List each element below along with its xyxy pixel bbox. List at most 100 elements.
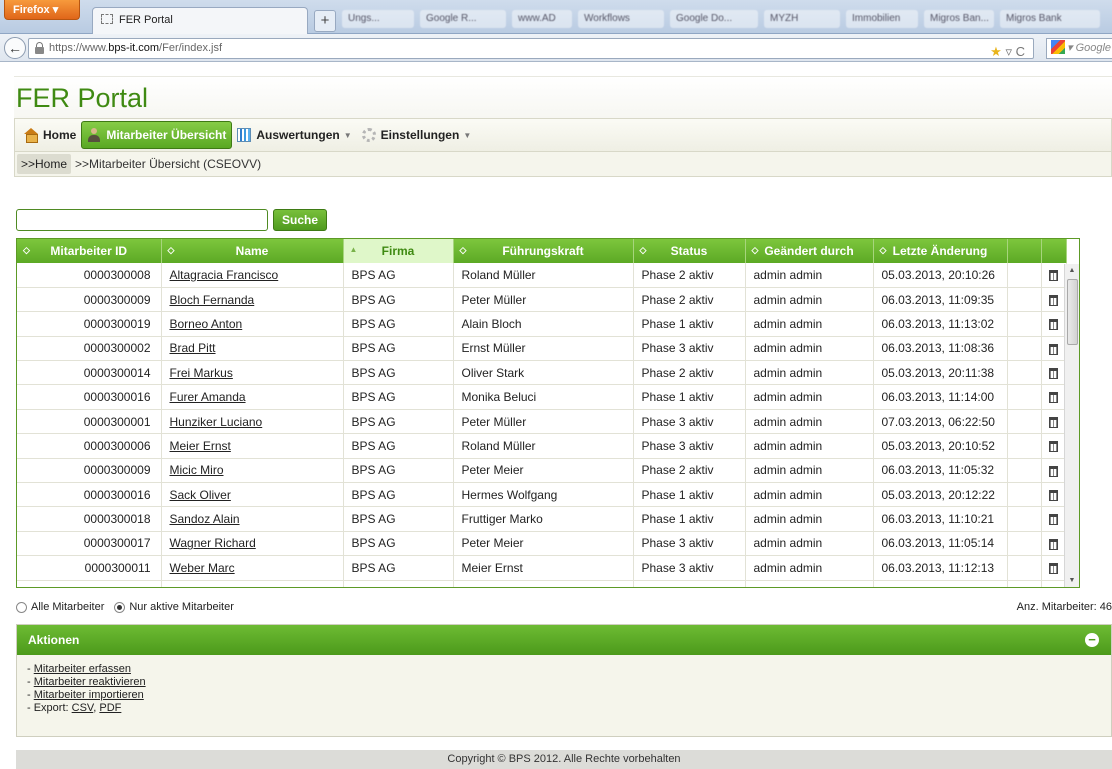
- bookmark-item[interactable]: www.AD: [512, 10, 572, 28]
- cell-spacer: [1007, 360, 1042, 386]
- table-row[interactable]: 0000300008 Altagracia Francisco BPS AG Rola…: [17, 263, 1067, 288]
- trash-icon[interactable]: [1049, 294, 1058, 306]
- menu-reports[interactable]: Auswertungen ▼: [232, 121, 356, 149]
- cell-manager: Roland Müller: [453, 263, 634, 288]
- table-row[interactable]: 0000300016 Sack Oliver BPS AG Hermes Wolfga…: [17, 482, 1067, 508]
- column-header-name[interactable]: ◇ Name: [161, 239, 344, 263]
- cell-name[interactable]: Bloch Fernanda: [161, 287, 344, 313]
- table-row[interactable]: 0000300001 Hunziker Luciano BPS AG Peter Mü…: [17, 409, 1067, 435]
- table-row[interactable]: 0000300014 Frei Markus BPS AG Oliver Stark P…: [17, 360, 1067, 386]
- table-row[interactable]: 0000300019 Borneo Anton BPS AG Alain Bloch P…: [17, 311, 1067, 337]
- browser-tab[interactable]: FER Portal: [92, 7, 308, 34]
- trash-icon[interactable]: [1049, 563, 1058, 575]
- trash-icon[interactable]: [1049, 441, 1058, 453]
- cell-name[interactable]: Meier Ernst: [161, 433, 344, 459]
- bookmark-star-icon[interactable]: ★: [990, 44, 1002, 59]
- table-row[interactable]: 0000300018 Sandoz Alain BPS AG Fruttiger Ma…: [17, 506, 1067, 532]
- cell-name[interactable]: Brad Pitt: [161, 336, 344, 362]
- table-row[interactable]: 0000300006 Meier Ernst BPS AG Roland Müller…: [17, 433, 1067, 459]
- menu-employees[interactable]: Mitarbeiter Übersicht: [81, 121, 233, 149]
- bookmark-item[interactable]: Google R...: [420, 10, 506, 28]
- cell-name[interactable]: Frei Markus: [161, 360, 344, 386]
- trash-icon[interactable]: [1049, 343, 1058, 355]
- cell-name[interactable]: Micic Miro: [161, 458, 344, 484]
- bookmark-item[interactable]: Workflows: [578, 10, 664, 28]
- collapse-icon[interactable]: −: [1085, 633, 1099, 647]
- url-bar[interactable]: https://www.bps-it.com/Fer/index.jsf ★ ▿…: [28, 38, 1034, 59]
- radio-all-employees[interactable]: [16, 601, 27, 613]
- action-item[interactable]: - Mitarbeiter importieren: [27, 689, 1111, 702]
- cell-name[interactable]: Weber Marc: [161, 555, 344, 581]
- breadcrumb-home[interactable]: >>Home: [17, 154, 72, 174]
- cell-delete: [1041, 482, 1067, 508]
- cell-name[interactable]: [161, 580, 344, 587]
- sort-icon: ◇: [459, 245, 467, 255]
- trash-icon[interactable]: [1049, 538, 1058, 550]
- cell-name[interactable]: Sack Oliver: [161, 482, 344, 508]
- radio-all-label[interactable]: Alle Mitarbeiter: [31, 601, 104, 613]
- scroll-down-icon[interactable]: ▼: [1065, 574, 1079, 587]
- trash-icon[interactable]: [1049, 368, 1058, 380]
- bookmark-item[interactable]: Migros Bank: [1000, 10, 1100, 28]
- trash-icon[interactable]: [1049, 392, 1058, 404]
- table-row[interactable]: 0000300016 Furer Amanda BPS AG Monika Beluc…: [17, 384, 1067, 410]
- table-row[interactable]: 0000300011 Weber Marc BPS AG Meier Ernst Pha…: [17, 555, 1067, 581]
- table-row[interactable]: Ringier Digital: [17, 580, 1067, 587]
- bookmark-item[interactable]: Immobilien: [846, 10, 918, 28]
- cell-name[interactable]: Wagner Richard: [161, 531, 344, 557]
- trash-icon[interactable]: [1049, 465, 1058, 477]
- column-header-status[interactable]: ◇ Status: [633, 239, 746, 263]
- trash-icon[interactable]: [1049, 416, 1058, 428]
- search-input[interactable]: [16, 209, 268, 231]
- menu-settings[interactable]: Einstellungen ▼: [357, 121, 477, 149]
- scroll-up-icon[interactable]: ▲: [1065, 264, 1079, 278]
- column-header-company[interactable]: ▲ Firma: [343, 239, 454, 263]
- cell-name[interactable]: Furer Amanda: [161, 384, 344, 410]
- column-header-last-change[interactable]: ◇ Letzte Änderung: [873, 239, 1008, 263]
- cell-employee-id: 0000300002: [17, 336, 162, 362]
- table-row[interactable]: 0000300002 Brad Pitt BPS AG Ernst Müller Pha…: [17, 336, 1067, 362]
- action-item[interactable]: - Mitarbeiter reaktivieren: [27, 676, 1111, 689]
- cell-name[interactable]: Altagracia Francisco: [161, 263, 344, 288]
- action-item[interactable]: - Mitarbeiter erfassen: [27, 663, 1111, 676]
- cell-name[interactable]: Sandoz Alain: [161, 506, 344, 532]
- column-header-manager[interactable]: ◇ Führungskraft: [453, 239, 634, 263]
- reload-icon[interactable]: C: [1016, 44, 1025, 59]
- bookmark-item[interactable]: Migros Ban...: [924, 10, 994, 28]
- trash-icon[interactable]: [1049, 514, 1058, 526]
- menu-reports-label: Auswertungen: [256, 128, 340, 142]
- menu-home[interactable]: Home: [19, 121, 81, 149]
- cell-name[interactable]: Borneo Anton: [161, 311, 344, 337]
- table-row[interactable]: 0000300009 Micic Miro BPS AG Peter Meier Pha…: [17, 458, 1067, 484]
- firefox-menu-button[interactable]: Firefox ▾: [4, 0, 80, 20]
- table-row[interactable]: 0000300017 Wagner Richard BPS AG Peter Meie…: [17, 531, 1067, 557]
- cell-status: Phase 3 aktiv: [633, 433, 746, 459]
- back-button[interactable]: ←: [4, 37, 26, 59]
- search-engine-box[interactable]: ▾ Google: [1046, 38, 1112, 59]
- export-pdf-link[interactable]: PDF: [99, 702, 121, 714]
- trash-icon[interactable]: [1049, 319, 1058, 331]
- search-button[interactable]: Suche: [273, 209, 328, 231]
- radio-active-employees[interactable]: [114, 601, 126, 613]
- export-csv-link[interactable]: CSV: [72, 702, 94, 714]
- new-tab-button[interactable]: +: [314, 10, 336, 32]
- column-header-employee-id[interactable]: ◇ Mitarbeiter ID: [17, 239, 162, 263]
- bookmark-item[interactable]: Google Do...: [670, 10, 758, 28]
- radio-active-label[interactable]: Nur aktive Mitarbeiter: [129, 601, 234, 613]
- table-scrollbar[interactable]: ▲ ▼: [1064, 264, 1079, 587]
- tab-title: FER Portal: [119, 14, 173, 26]
- dropdown-arrow-icon[interactable]: ▿: [1005, 44, 1012, 59]
- cell-name[interactable]: Hunziker Luciano: [161, 409, 344, 435]
- cell-last-change: 06.03.2013, 11:05:14: [873, 531, 1008, 557]
- column-header-spacer: [1007, 239, 1042, 263]
- trash-icon[interactable]: [1049, 270, 1058, 282]
- actions-header[interactable]: Aktionen −: [17, 625, 1111, 655]
- bookmark-item[interactable]: MYZH: [764, 10, 840, 28]
- bookmark-item[interactable]: Ungs...: [342, 10, 414, 28]
- column-header-changed-by[interactable]: ◇ Geändert durch: [745, 239, 874, 263]
- scrollbar-thumb[interactable]: [1067, 279, 1078, 345]
- person-icon: [87, 128, 101, 142]
- cell-manager: Roland Müller: [453, 433, 634, 459]
- table-row[interactable]: 0000300009 Bloch Fernanda BPS AG Peter Müll…: [17, 287, 1067, 313]
- trash-icon[interactable]: [1049, 490, 1058, 502]
